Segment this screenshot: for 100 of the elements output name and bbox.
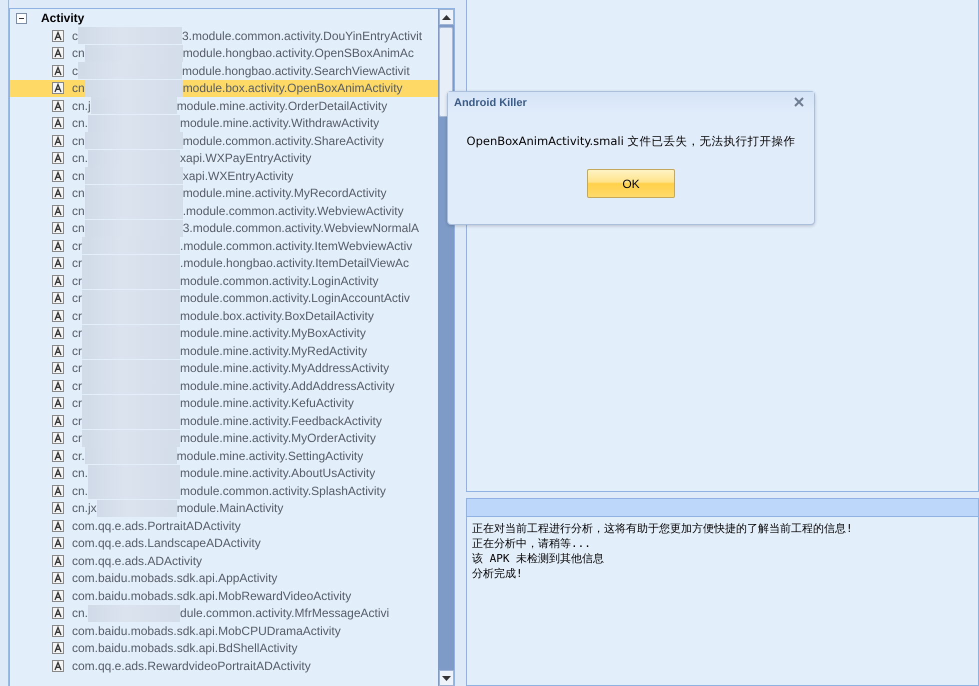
tree-item[interactable]: cr module.mine.activity.MyOrderActivity [10,430,438,447]
item-label: 3.module.common.activity.DouYinEntryActivit [182,28,422,43]
tree-item[interactable]: cn. module.common.activity.SplashActivity [10,482,438,500]
item-prefix: cr [72,274,82,288]
tree-item[interactable]: com.qq.e.ads.RewardvideoPortraitADActivity [10,657,438,674]
item-label: .module.common.activity.ItemWebviewActiv [180,238,412,253]
tree-item[interactable]: cn .module.common.activity.WebviewActivity [10,202,438,220]
ok-button[interactable]: OK [587,169,675,198]
attribute-icon [52,30,64,42]
tree-item[interactable]: cn module.hongbao.activity.OpenSBoxAnimAc [10,44,438,62]
attribute-icon [52,327,64,340]
close-button[interactable] [794,97,806,109]
tree-item[interactable]: cn 3.module.common.activity.WebviewNormalA [10,220,438,237]
attribute-icon [52,152,64,164]
tree-item[interactable]: com.qq.e.ads.LandscapeADActivity [10,534,438,552]
item-prefix: c [72,28,78,43]
log-line: 正在分析中，请稍等... [472,536,592,551]
scroll-down-button[interactable] [438,670,454,686]
item-prefix: cr [72,344,82,358]
attribute-icon [52,450,64,462]
attribute-icon [52,432,64,444]
attribute-icon [52,380,64,392]
tree-item[interactable]: cr module.common.activity.LoginActivity [10,272,438,290]
tree-item[interactable]: cr module.box.activity.BoxDetailActivity [10,307,438,324]
tree-item[interactable]: com.baidu.mobads.sdk.api.MobRewardVideoActivity [10,587,438,604]
item-label: module.hongbao.activity.SearchViewActivit [182,64,410,78]
item-prefix: cn [72,46,85,60]
item-prefix: c [72,64,78,78]
attribute-icon [52,414,64,427]
attribute-icon [52,274,64,287]
up-arrow-icon [442,14,450,20]
attribute-icon [52,170,64,182]
tree-item[interactable]: cn module.mine.activity.MyRecordActivity [10,184,438,202]
item-label: module.common.activity.ShareActivity [182,134,384,148]
tree-item[interactable]: cn module.common.activity.ShareActivity [10,132,438,150]
tree-item[interactable]: cr module.mine.activity.KefuActivity [10,394,438,412]
item-prefix: cr [72,414,82,428]
item-prefix: cr [72,396,82,410]
tree-item[interactable]: cn. xapi.WXPayEntryActivity [10,150,438,167]
item-prefix: cn.jx [72,501,97,516]
item-prefix: cn. [72,606,88,620]
item-label: 3.module.common.activity.WebviewNormalA [182,221,419,236]
tree-item[interactable]: cr. module.mine.activity.SettingActivity [10,447,438,464]
item-prefix: cn.j [72,98,91,113]
tree-item[interactable]: cn. dule.common.activity.MfrMessageActivi [10,604,438,622]
tree-item[interactable]: cr module.mine.activity.FeedbackActivity [10,412,438,430]
tree-item[interactable]: cn.jx module.MainActivity [10,500,438,517]
tree-item[interactable]: cr .module.hongbao.activity.ItemDetailViewAc [10,254,438,272]
attribute-icon [52,292,64,304]
dialog-message: OpenBoxAnimActivity.smali 文件已丢失，无法执行打开操作 [466,134,796,149]
scrollbar[interactable] [438,9,454,686]
attribute-icon [52,467,64,480]
item-label: module.mine.activity.AboutUsActivity [180,466,376,480]
tree-item[interactable]: cn.j module.mine.activity.OrderDetailActivity [10,97,438,114]
tree-item[interactable]: cr .module.common.activity.ItemWebviewActiv [10,237,438,254]
attribute-icon [52,257,64,270]
item-prefix: cn. [72,116,88,130]
tree-item[interactable]: com.baidu.mobads.sdk.api.BdShellActivity [10,640,438,657]
tree-item[interactable]: com.baidu.mobads.sdk.api.MobCPUDramaActivity [10,622,438,640]
item-label: module.box.activity.BoxDetailActivity [180,308,374,323]
attribute-icon [52,607,64,620]
tree-item[interactable]: cr module.mine.activity.MyBoxActivity [10,324,438,342]
item-label: module.mine.activity.KefuActivity [180,396,354,410]
item-prefix: cn [72,81,85,96]
collapse-toggle[interactable] [16,12,27,24]
attribute-icon [52,537,64,550]
item-prefix: cn [72,204,85,218]
item-label: com.baidu.mobads.sdk.api.AppActivity [72,571,278,586]
item-prefix: cr [72,238,82,253]
item-prefix: cn. [72,151,88,166]
scroll-up-button[interactable] [438,9,454,25]
tree-root-label[interactable]: Activity [41,11,84,25]
tree-item[interactable]: cn xapi.WXEntryActivity [10,167,438,184]
attribute-icon [52,484,64,497]
attribute-icon [52,64,64,77]
attribute-icon [52,502,64,514]
tree-item[interactable]: cr module.common.activity.LoginAccountActiv [10,290,438,307]
item-label: com.baidu.mobads.sdk.api.BdShellActivity [72,641,298,656]
tree-item[interactable]: com.qq.e.ads.PortraitADActivity [10,517,438,534]
item-prefix: cn [72,186,85,200]
tree-item[interactable]: c module.hongbao.activity.SearchViewActivit [10,62,438,80]
tree-item[interactable]: c 3.module.common.activity.DouYinEntryActivit [10,27,438,44]
item-label: module.mine.activity.OrderDetailActivity [176,98,388,113]
attribute-icon [52,624,64,637]
tree-item[interactable]: cn module.box.activity.OpenBoxAnimActivity [10,80,438,97]
item-prefix: cr [72,326,82,340]
tree-item[interactable]: cr module.mine.activity.AddAddressActivity [10,377,438,394]
tree-item[interactable]: com.baidu.mobads.sdk.api.AppActivity [10,570,438,587]
tree-item[interactable]: com.qq.e.ads.ADActivity [10,552,438,570]
attribute-icon [52,47,64,60]
item-label: module.MainActivity [176,501,284,516]
tree-item[interactable]: cn. module.mine.activity.WithdrawActivity [10,114,438,132]
item-label: module.mine.activity.MyOrderActivity [180,431,376,446]
item-label: module.mine.activity.MyRedActivity [180,344,368,358]
tree-item[interactable]: cr module.mine.activity.MyRedActivity [10,342,438,360]
tree-item[interactable]: cr module.mine.activity.MyAddressActivity [10,360,438,377]
item-prefix: cn [72,168,85,183]
tree-item[interactable]: cn. module.mine.activity.AboutUsActivity [10,464,438,482]
item-prefix: cn. [72,466,88,480]
attribute-icon [52,117,64,130]
